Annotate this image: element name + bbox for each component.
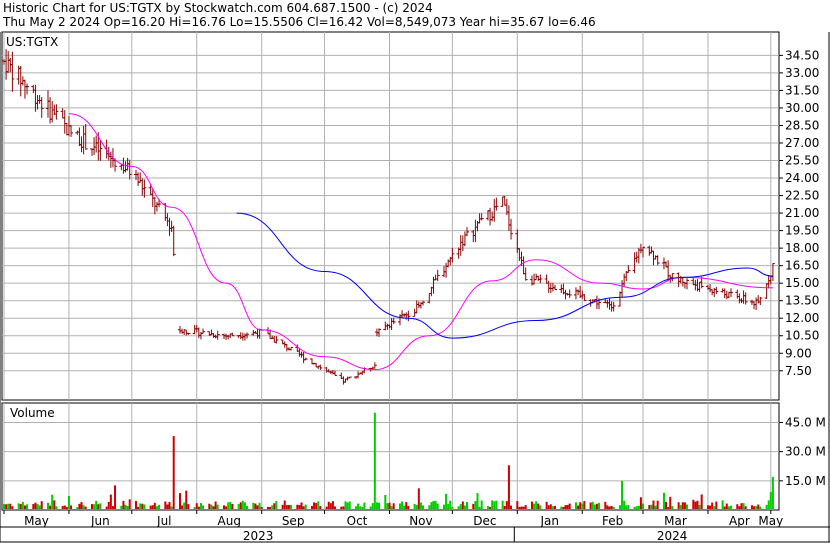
price-tick-label: 16.50 <box>785 259 819 273</box>
month-label: Jan <box>540 514 560 528</box>
price-tick-label: 22.50 <box>785 189 819 203</box>
price-tick-label: 18.00 <box>785 241 819 255</box>
price-tick-label: 30.00 <box>785 101 819 115</box>
month-label: May <box>24 514 49 528</box>
price-tick-label: 33.00 <box>785 66 819 80</box>
price-panel: 34.50 33.00 31.50 30.00 28.50 27.00 25.50 24.00… <box>1 31 819 401</box>
price-tick-label: 13.50 <box>785 294 819 308</box>
month-label: May <box>758 514 783 528</box>
price-tick-label: 31.50 <box>785 83 819 97</box>
month-label: Oct <box>347 514 368 528</box>
volume-label: Volume <box>10 406 55 420</box>
month-label: Mar <box>664 514 687 528</box>
volume-tick-label: 30.0 M <box>785 445 826 459</box>
price-tick-label: 19.50 <box>785 224 819 238</box>
year-label: 2024 <box>657 529 688 543</box>
price-tick-label: 27.00 <box>785 136 819 150</box>
month-label: Aug <box>218 514 241 528</box>
price-tick-label: 9.00 <box>785 346 812 360</box>
price-tick-label: 28.50 <box>785 118 819 132</box>
month-label: Jun <box>90 514 110 528</box>
price-frame <box>1 31 780 401</box>
price-tick-label: 34.50 <box>785 48 819 62</box>
month-label: Jul <box>156 514 171 528</box>
month-label: Sep <box>282 514 305 528</box>
price-tick-label: 15.00 <box>785 276 819 290</box>
price-tick-label: 10.50 <box>785 329 819 343</box>
month-label: Nov <box>409 514 432 528</box>
symbol-label: US:TGTX <box>6 35 58 49</box>
month-label: Feb <box>602 514 623 528</box>
price-tick-label: 25.50 <box>785 154 819 168</box>
volume-panel: 45.0 M 30.0 M 15.0 M <box>1 402 826 511</box>
price-tick-label: 12.00 <box>785 311 819 325</box>
price-tick-label: 21.00 <box>785 206 819 220</box>
volume-tick-label: 45.0 M <box>785 415 826 429</box>
month-label: Apr <box>729 514 750 528</box>
volume-frame <box>1 402 780 511</box>
volume-tick-label: 15.0 M <box>785 474 826 488</box>
year-label: 2023 <box>243 529 274 543</box>
price-tick-label: 24.00 <box>785 171 819 185</box>
stock-chart: 34.50 33.00 31.50 30.00 28.50 27.00 25.50 24.00… <box>0 31 830 543</box>
price-tick-label: 7.50 <box>785 364 812 378</box>
month-label: Dec <box>473 514 496 528</box>
